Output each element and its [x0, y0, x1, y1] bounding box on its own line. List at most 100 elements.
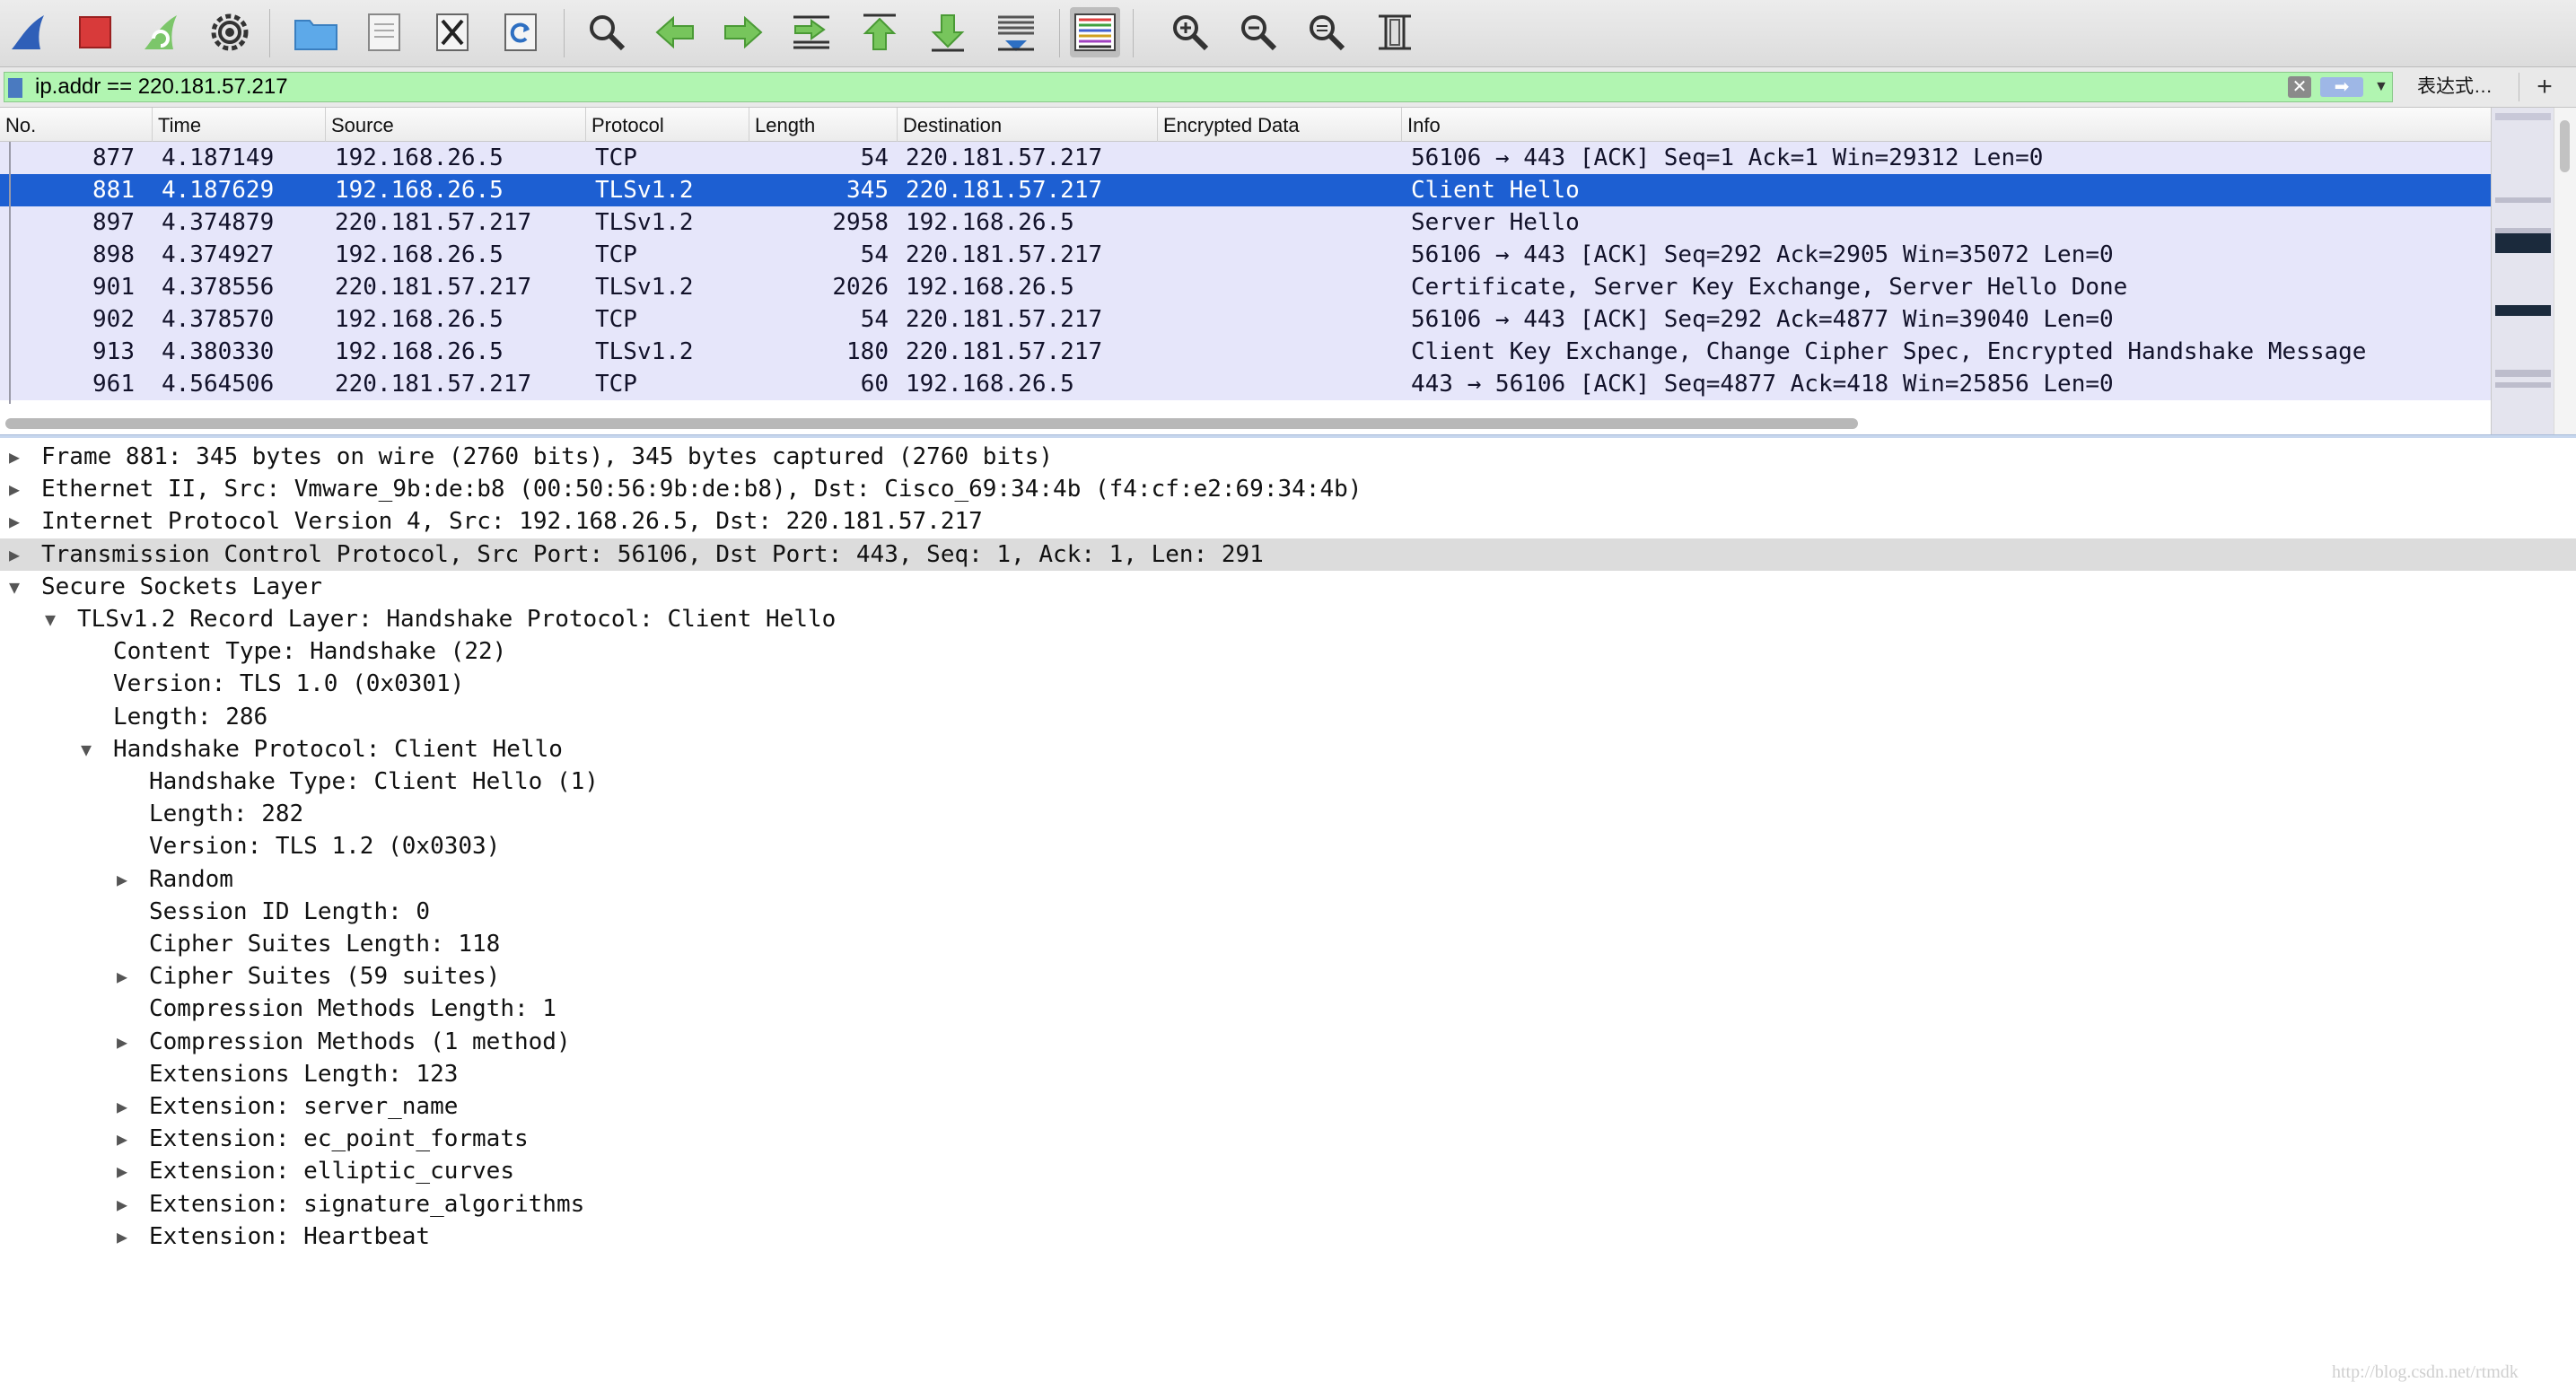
find-packet-button[interactable]: [582, 7, 632, 57]
filter-history-dropdown[interactable]: ▼: [2374, 76, 2392, 98]
detail-tree-row[interactable]: Content Type: Handshake (22): [0, 635, 2576, 668]
detail-tree-row[interactable]: ▼ Handshake Protocol: Client Hello: [0, 733, 2576, 765]
disclosure-collapsed-icon[interactable]: ▶: [5, 441, 23, 473]
packet-minimap[interactable]: [2491, 108, 2554, 438]
packet-protocol: TLSv1.2: [595, 338, 694, 365]
disclosure-collapsed-icon[interactable]: ▶: [113, 1155, 131, 1187]
detail-tree-row[interactable]: Session ID Length: 0: [0, 896, 2576, 928]
detail-tree-row[interactable]: ▶ Extension: server_name: [0, 1090, 2576, 1123]
packet-info: 443 → 56106 [ACK] Seq=4877 Ack=418 Win=2…: [1411, 371, 2114, 398]
detail-tree-row[interactable]: ▶ Extension: ec_point_formats: [0, 1123, 2576, 1155]
disclosure-collapsed-icon[interactable]: ▶: [113, 863, 131, 896]
column-header-protocol[interactable]: Protocol: [586, 108, 749, 142]
packet-row[interactable]: 877 4.187149 192.168.26.5 TCP 54 220.181…: [0, 142, 2491, 174]
magnifier-icon: [590, 15, 626, 51]
zoom-in-button[interactable]: [1165, 7, 1215, 57]
detail-tree-row[interactable]: ▶ Compression Methods (1 method): [0, 1026, 2576, 1058]
zoom-out-button[interactable]: [1233, 7, 1284, 57]
clear-filter-button[interactable]: ✕: [2288, 76, 2311, 98]
resize-columns-button[interactable]: [1370, 7, 1420, 57]
packet-row[interactable]: 913 4.380330 192.168.26.5 TLSv1.2 180 22…: [0, 336, 2491, 368]
start-capture-button[interactable]: [4, 7, 54, 57]
go-back-button[interactable]: [650, 7, 700, 57]
vertical-scrollbar[interactable]: [2554, 108, 2576, 438]
detail-tree-row[interactable]: ▼ Secure Sockets Layer: [0, 571, 2576, 603]
packet-info: 56106 → 443 [ACK] Seq=1 Ack=1 Win=29312 …: [1411, 144, 2044, 171]
open-file-button[interactable]: [291, 7, 341, 57]
column-header-no[interactable]: No.: [0, 108, 153, 142]
disclosure-collapsed-icon[interactable]: ▶: [113, 960, 131, 993]
horizontal-scroll-thumb[interactable]: [5, 418, 1858, 429]
add-filter-button[interactable]: +: [2527, 70, 2563, 104]
column-header-source[interactable]: Source: [326, 108, 586, 142]
detail-tree-row[interactable]: ▶ Random: [0, 863, 2576, 896]
column-header-time[interactable]: Time: [153, 108, 326, 142]
disclosure-collapsed-icon[interactable]: ▶: [5, 538, 23, 571]
display-filter-input[interactable]: [35, 73, 2261, 101]
disclosure-collapsed-icon[interactable]: ▶: [5, 473, 23, 505]
save-file-button[interactable]: [359, 7, 409, 57]
detail-tree-label: Extension: ec_point_formats: [149, 1125, 529, 1153]
detail-tree-row[interactable]: ▶ Transmission Control Protocol, Src Port…: [0, 538, 2576, 571]
column-header-destination[interactable]: Destination: [898, 108, 1158, 142]
expression-button[interactable]: 表达式…: [2396, 72, 2513, 102]
packet-row[interactable]: 897 4.374879 220.181.57.217 TLSv1.2 2958…: [0, 206, 2491, 239]
disclosure-collapsed-icon[interactable]: ▶: [113, 1090, 131, 1123]
column-header-length[interactable]: Length: [749, 108, 898, 142]
packet-row[interactable]: 961 4.564506 220.181.57.217 TCP 60 192.1…: [0, 368, 2491, 400]
detail-tree-row[interactable]: ▶ Extension: elliptic_curves: [0, 1155, 2576, 1187]
disclosure-collapsed-icon[interactable]: ▶: [113, 1123, 131, 1155]
last-packet-button[interactable]: [923, 7, 973, 57]
packet-row[interactable]: 898 4.374927 192.168.26.5 TCP 54 220.181…: [0, 239, 2491, 271]
autoscroll-button[interactable]: [991, 7, 1041, 57]
first-packet-button[interactable]: [854, 7, 905, 57]
packet-row[interactable]: 902 4.378570 192.168.26.5 TCP 54 220.181…: [0, 303, 2491, 336]
packet-info: Client Key Exchange, Change Cipher Spec,…: [1411, 338, 2367, 365]
apply-filter-button[interactable]: ➡: [2320, 77, 2363, 97]
restart-capture-button[interactable]: [136, 7, 187, 57]
disclosure-collapsed-icon[interactable]: ▶: [113, 1026, 131, 1058]
stop-capture-button[interactable]: [70, 7, 120, 57]
detail-tree-row[interactable]: ▶ Frame 881: 345 bytes on wire (2760 bits…: [0, 441, 2576, 473]
go-forward-button[interactable]: [718, 7, 768, 57]
bookmark-icon[interactable]: [8, 78, 22, 98]
detail-tree-row[interactable]: Extensions Length: 123: [0, 1058, 2576, 1090]
detail-tree-row[interactable]: Length: 286: [0, 701, 2576, 733]
column-header-encrypted-data[interactable]: Encrypted Data: [1158, 108, 1402, 142]
colorize-button[interactable]: [1070, 7, 1120, 57]
disclosure-collapsed-icon[interactable]: ▶: [5, 505, 23, 538]
disclosure-expanded-icon[interactable]: ▼: [5, 571, 23, 603]
detail-tree-row[interactable]: ▶ Internet Protocol Version 4, Src: 192.1…: [0, 505, 2576, 538]
disclosure-expanded-icon[interactable]: ▼: [41, 603, 59, 635]
horizontal-scrollbar[interactable]: [0, 413, 2491, 433]
detail-tree-row[interactable]: Cipher Suites Length: 118: [0, 928, 2576, 960]
zoom-normal-button[interactable]: [1301, 7, 1352, 57]
close-file-button[interactable]: [427, 7, 478, 57]
detail-tree-row[interactable]: ▶ Extension: Heartbeat: [0, 1220, 2576, 1253]
detail-tree-row[interactable]: ▶ Cipher Suites (59 suites): [0, 960, 2576, 993]
disclosure-collapsed-icon[interactable]: ▶: [113, 1220, 131, 1253]
packet-no: 897: [92, 209, 135, 236]
disclosure-expanded-icon[interactable]: ▼: [77, 733, 95, 765]
packet-list-header: No. Time Source Protocol Length Destinat…: [0, 108, 2491, 142]
detail-tree-row[interactable]: Compression Methods Length: 1: [0, 993, 2576, 1025]
column-header-info[interactable]: Info: [1402, 108, 2491, 142]
packet-destination: 220.181.57.217: [906, 241, 1103, 268]
detail-tree-row[interactable]: Handshake Type: Client Hello (1): [0, 765, 2576, 798]
disclosure-collapsed-icon[interactable]: ▶: [113, 1188, 131, 1220]
detail-tree-row[interactable]: ▶ Extension: signature_algorithms: [0, 1188, 2576, 1220]
packet-row[interactable]: 901 4.378556 220.181.57.217 TLSv1.2 2026…: [0, 271, 2491, 303]
detail-tree-row[interactable]: Version: TLS 1.0 (0x0301): [0, 668, 2576, 700]
reload-file-button[interactable]: [495, 7, 546, 57]
packet-list: No. Time Source Protocol Length Destinat…: [0, 108, 2576, 438]
detail-tree-row[interactable]: Version: TLS 1.2 (0x0303): [0, 830, 2576, 862]
detail-tree-row[interactable]: ▶ Ethernet II, Src: Vmware_9b:de:b8 (00:5…: [0, 473, 2576, 505]
vertical-scroll-thumb[interactable]: [2560, 120, 2570, 172]
detail-tree-label: Handshake Type: Client Hello (1): [149, 768, 599, 795]
detail-tree-row[interactable]: ▼ TLSv1.2 Record Layer: Handshake Protoco…: [0, 603, 2576, 635]
packet-row-selected[interactable]: 881 4.187629 192.168.26.5 TLSv1.2 345 22…: [0, 174, 2491, 206]
capture-options-button[interactable]: [205, 7, 255, 57]
toolbar-separator: [1133, 9, 1134, 57]
go-to-packet-button[interactable]: [786, 7, 837, 57]
detail-tree-row[interactable]: Length: 282: [0, 798, 2576, 830]
